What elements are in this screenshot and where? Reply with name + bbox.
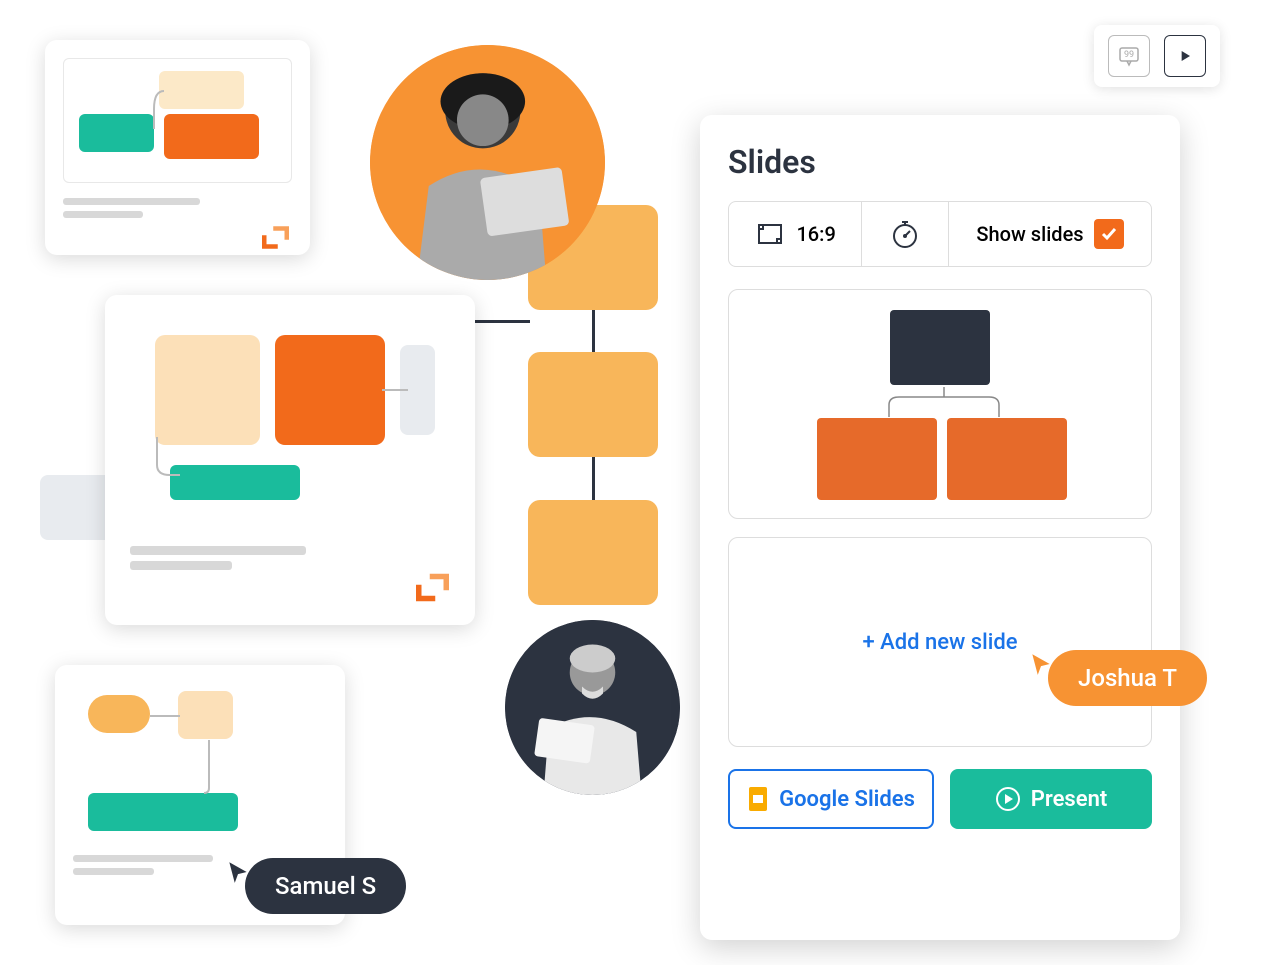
- thumbnail-card-1[interactable]: [45, 40, 310, 255]
- preview-box-left: [817, 418, 937, 500]
- cursor-icon: [1028, 651, 1054, 677]
- aspect-ratio-label: 16:9: [796, 222, 835, 246]
- timer-option[interactable]: [862, 202, 949, 266]
- thumbnail-preview: [73, 683, 327, 840]
- avatar-user-1: [370, 45, 605, 280]
- aspect-ratio-option[interactable]: 16:9: [729, 202, 862, 266]
- brand-l-icon: [405, 560, 460, 615]
- cursor-label: Samuel S: [245, 858, 406, 914]
- show-slides-label: Show slides: [976, 222, 1083, 246]
- play-icon-button[interactable]: [1164, 35, 1206, 77]
- present-label: Present: [1031, 787, 1108, 812]
- slide-preview[interactable]: [728, 289, 1152, 519]
- thumbnail-preview: [63, 58, 292, 183]
- slides-panel: Slides 16:9 Show slides + Add new slide …: [700, 115, 1180, 940]
- show-slides-checkbox[interactable]: [1094, 219, 1124, 249]
- thumbnail-card-2[interactable]: [105, 295, 475, 625]
- preview-box-right: [947, 418, 1067, 500]
- present-button[interactable]: Present: [950, 769, 1152, 829]
- add-new-slide-button[interactable]: + Add new slide: [728, 537, 1152, 747]
- cursor-tag-samuel: Samuel S: [225, 858, 406, 914]
- connector-line: [470, 320, 530, 323]
- top-icon-panel: 99: [1094, 25, 1220, 87]
- google-slides-button[interactable]: Google Slides: [728, 769, 934, 829]
- google-slides-icon: [747, 785, 769, 813]
- play-icon: [1175, 46, 1195, 66]
- avatar-user-2: [505, 620, 680, 795]
- svg-text:99: 99: [1124, 50, 1134, 60]
- brand-l-icon: [253, 215, 298, 260]
- slides-action-buttons: Google Slides Present: [728, 769, 1152, 829]
- add-new-slide-label: + Add new slide: [862, 630, 1017, 655]
- speech-bubble-icon: 99: [1117, 44, 1141, 68]
- cursor-icon: [225, 859, 251, 885]
- present-play-icon: [995, 786, 1021, 812]
- connector-box: [528, 500, 658, 605]
- check-icon: [1100, 225, 1118, 243]
- connector-box: [528, 352, 658, 457]
- thumbnail-footer: [130, 546, 450, 570]
- slides-panel-title: Slides: [728, 143, 1152, 181]
- google-slides-label: Google Slides: [779, 787, 915, 812]
- thumbnail-preview: [130, 320, 450, 516]
- stopwatch-icon: [889, 218, 921, 250]
- show-slides-option[interactable]: Show slides: [949, 202, 1151, 266]
- preview-box-top: [890, 310, 990, 385]
- slides-options-row: 16:9 Show slides: [728, 201, 1152, 267]
- comment-icon-button[interactable]: 99: [1108, 35, 1150, 77]
- cursor-label: Joshua T: [1048, 650, 1207, 706]
- cursor-tag-joshua: Joshua T: [1028, 650, 1207, 706]
- aspect-ratio-icon: [754, 218, 786, 250]
